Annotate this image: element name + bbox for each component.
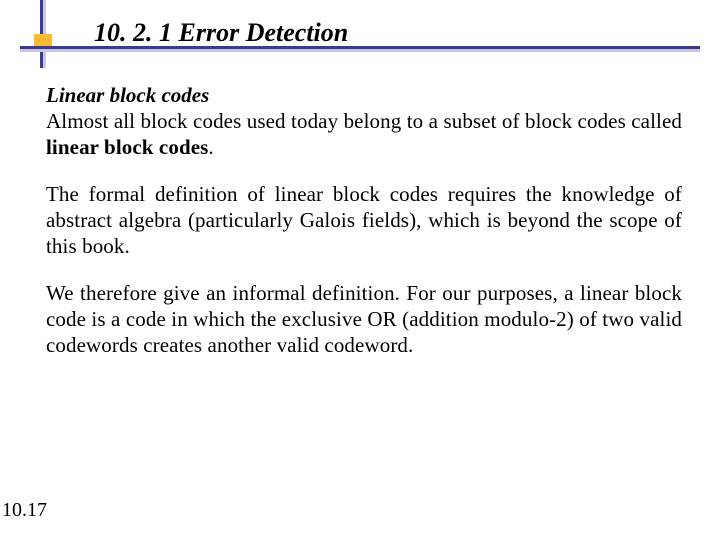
paragraph-1: Almost all block codes used today belong… — [46, 109, 682, 160]
title-rule-light — [20, 49, 700, 52]
paragraph-3: We therefore give an informal definition… — [46, 281, 682, 358]
body: Linear block codes Almost all block code… — [46, 82, 682, 358]
p1-b: . — [208, 135, 213, 159]
p1-bold: linear block codes — [46, 135, 208, 159]
p1-a: Almost all block codes used today belong… — [46, 109, 682, 133]
page-number: 10.17 — [2, 499, 47, 522]
paragraph-2: The formal definition of linear block co… — [46, 182, 682, 259]
subheading: Linear block codes — [46, 82, 682, 108]
slide-title: 10. 2. 1 Error Detection — [94, 18, 348, 48]
